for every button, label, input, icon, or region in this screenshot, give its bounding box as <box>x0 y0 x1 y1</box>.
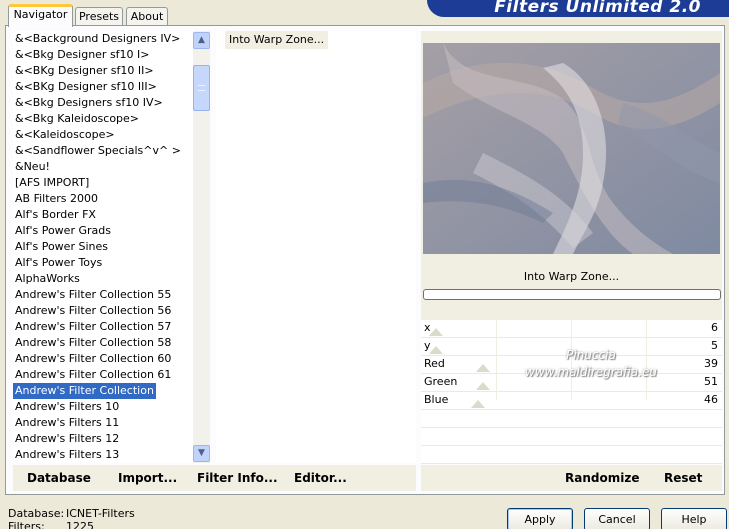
param-value: 46 <box>704 393 718 406</box>
filter-list: Into Warp Zone... <box>216 31 416 463</box>
category-item[interactable]: Andrew's Filter Collection 55 <box>13 287 193 303</box>
param-label: Blue <box>424 393 449 406</box>
slider-thumb-icon[interactable] <box>476 364 490 372</box>
category-item[interactable]: Alf's Power Toys <box>13 255 193 271</box>
grip-icon <box>198 85 205 91</box>
reset-button[interactable]: Reset <box>664 471 702 485</box>
category-item[interactable]: Andrew's Filters 10 <box>13 399 193 415</box>
tab-navigator[interactable]: Navigator <box>8 4 73 27</box>
category-list[interactable]: &<Background Designers IV> &<Bkg Designer… <box>13 31 193 463</box>
parameter-sliders: x 6 y 5 Red 39 Green 51 Blue 46 <box>421 320 722 464</box>
param-row-blue[interactable]: Blue 46 <box>421 392 722 410</box>
param-row-empty <box>421 428 722 446</box>
param-label: Green <box>424 375 458 388</box>
import-button[interactable]: Import... <box>118 471 177 485</box>
apply-button[interactable]: Apply <box>507 508 573 529</box>
category-item[interactable]: &<BKg Designer sf10 II> <box>13 63 193 79</box>
database-value: ICNET-Filters <box>66 507 135 520</box>
selected-filter-name: Into Warp Zone... <box>421 266 722 288</box>
watermark: Pinuccia www.maldiregrafia.eu <box>491 347 691 381</box>
status-area: Database: ICNET-Filters Filters: 1225 <box>8 507 135 529</box>
param-row-x[interactable]: x6 <box>421 320 722 338</box>
tab-about[interactable]: About <box>126 7 168 27</box>
category-item[interactable]: &<Background Designers IV> <box>13 31 193 47</box>
category-item[interactable]: AlphaWorks <box>13 271 193 287</box>
category-item[interactable]: Alf's Power Sines <box>13 239 193 255</box>
category-item[interactable]: &Neu! <box>13 159 193 175</box>
filters-label: Filters: <box>8 520 45 529</box>
banner-title: Filters Unlimited 2.0 <box>494 0 701 17</box>
category-item[interactable]: Andrew's Filters 11 <box>13 415 193 431</box>
category-item[interactable]: Andrew's Filters 13 <box>13 447 193 463</box>
tab-bar: Navigator Presets About Filters Unlimite… <box>0 0 729 27</box>
category-item[interactable]: Andrew's Filter Collection 57 <box>13 319 193 335</box>
slider-thumb-icon[interactable] <box>429 346 443 354</box>
param-value: 51 <box>704 375 718 388</box>
category-item[interactable]: &<Sandflower Specials^v^ > <box>13 143 193 159</box>
category-item[interactable]: Andrew's Filter Collection 60 <box>13 351 193 367</box>
param-row-empty <box>421 446 722 464</box>
warp-preview-graphic <box>423 43 720 254</box>
category-item[interactable]: [AFS IMPORT] <box>13 175 193 191</box>
slider-thumb-icon[interactable] <box>471 400 485 408</box>
editor-button[interactable]: Editor... <box>294 471 347 485</box>
database-label: Database: <box>8 507 65 520</box>
param-value: 39 <box>704 357 718 370</box>
category-item[interactable]: &<Bkg Designer sf10 I> <box>13 47 193 63</box>
tab-presets[interactable]: Presets <box>75 7 123 27</box>
title-banner: Filters Unlimited 2.0 <box>427 0 729 17</box>
slider-thumb-icon[interactable] <box>429 328 443 336</box>
randomize-button[interactable]: Randomize <box>565 471 639 485</box>
category-item[interactable]: &<Kaleidoscope> <box>13 127 193 143</box>
category-item[interactable]: &<BKg Designer sf10 III> <box>13 79 193 95</box>
filter-info-button[interactable]: Filter Info... <box>197 471 278 485</box>
watermark-line1: Pinuccia <box>566 348 616 362</box>
cancel-button[interactable]: Cancel <box>584 508 650 529</box>
param-label: Red <box>424 357 445 370</box>
filters-count: 1225 <box>66 520 94 529</box>
category-scrollbar[interactable]: ▲ ▼ <box>193 31 210 463</box>
navigator-toolbar: Database Import... Filter Info... Editor… <box>13 465 416 491</box>
scroll-down-button[interactable]: ▼ <box>193 445 210 462</box>
param-label: x <box>424 321 431 334</box>
category-item[interactable]: Andrew's Filter Collection 62 <box>13 383 171 399</box>
category-item[interactable]: Andrew's Filter Collection 61 <box>13 367 193 383</box>
category-item[interactable]: Andrew's Filter Collection 56 <box>13 303 193 319</box>
category-item[interactable]: AB Filters 2000 <box>13 191 193 207</box>
category-item[interactable]: Andrew's Filter Collection 58 <box>13 335 193 351</box>
database-button[interactable]: Database <box>27 471 91 485</box>
scroll-up-button[interactable]: ▲ <box>193 32 210 49</box>
category-item[interactable]: &<Bkg Designers sf10 IV> <box>13 95 193 111</box>
watermark-line2: www.maldiregrafia.eu <box>525 365 657 379</box>
help-button[interactable]: Help <box>661 508 727 529</box>
scroll-thumb[interactable] <box>193 65 210 111</box>
category-item[interactable]: &<Bkg Kaleidoscope> <box>13 111 193 127</box>
preview-image <box>423 43 720 254</box>
param-value: 5 <box>711 339 718 352</box>
category-item[interactable]: Alf's Power Grads <box>13 223 193 239</box>
category-item[interactable]: Andrew's Filters 12 <box>13 431 193 447</box>
param-label: y <box>424 339 431 352</box>
slider-thumb-icon[interactable] <box>476 382 490 390</box>
category-item[interactable]: Alf's Border FX <box>13 207 193 223</box>
preview-toolbar: Randomize Reset <box>421 465 722 491</box>
param-value: 6 <box>711 321 718 334</box>
param-row-empty <box>421 410 722 428</box>
progress-bar <box>423 289 721 300</box>
filter-item-into-warp-zone[interactable]: Into Warp Zone... <box>225 31 329 49</box>
